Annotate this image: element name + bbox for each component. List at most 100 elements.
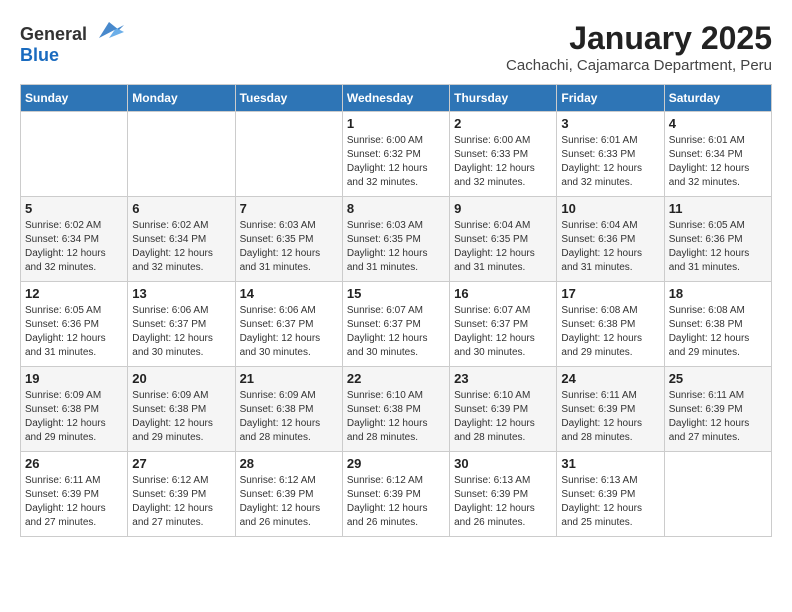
day-number: 14 bbox=[240, 286, 338, 301]
day-info: Sunrise: 6:13 AM Sunset: 6:39 PM Dayligh… bbox=[561, 474, 659, 530]
day-info: Sunrise: 6:03 AM Sunset: 6:35 PM Dayligh… bbox=[347, 219, 445, 275]
calendar-cell: 13 Sunrise: 6:06 AM Sunset: 6:37 PM Dayli… bbox=[128, 282, 235, 367]
day-number: 26 bbox=[25, 456, 123, 471]
calendar-cell: 6 Sunrise: 6:02 AM Sunset: 6:34 PM Daylig… bbox=[128, 197, 235, 282]
day-info: Sunrise: 6:08 AM Sunset: 6:38 PM Dayligh… bbox=[669, 304, 767, 360]
day-info: Sunrise: 6:07 AM Sunset: 6:37 PM Dayligh… bbox=[454, 304, 552, 360]
logo-blue-text: Blue bbox=[20, 45, 59, 65]
day-info: Sunrise: 6:04 AM Sunset: 6:36 PM Dayligh… bbox=[561, 219, 659, 275]
day-number: 13 bbox=[132, 286, 230, 301]
day-number: 30 bbox=[454, 456, 552, 471]
calendar-cell: 2 Sunrise: 6:00 AM Sunset: 6:33 PM Daylig… bbox=[450, 112, 557, 197]
day-number: 8 bbox=[347, 201, 445, 216]
day-info: Sunrise: 6:03 AM Sunset: 6:35 PM Dayligh… bbox=[240, 219, 338, 275]
day-info: Sunrise: 6:09 AM Sunset: 6:38 PM Dayligh… bbox=[132, 389, 230, 445]
week-row-4: 19 Sunrise: 6:09 AM Sunset: 6:38 PM Dayli… bbox=[21, 367, 772, 452]
page-header: General Blue January 2025 Cachachi, Caja… bbox=[20, 20, 772, 74]
logo-icon bbox=[94, 20, 124, 40]
column-header-wednesday: Wednesday bbox=[342, 85, 449, 112]
day-number: 21 bbox=[240, 371, 338, 386]
day-number: 17 bbox=[561, 286, 659, 301]
column-header-sunday: Sunday bbox=[21, 85, 128, 112]
day-info: Sunrise: 6:12 AM Sunset: 6:39 PM Dayligh… bbox=[132, 474, 230, 530]
day-number: 20 bbox=[132, 371, 230, 386]
calendar-cell: 31 Sunrise: 6:13 AM Sunset: 6:39 PM Dayli… bbox=[557, 452, 664, 537]
calendar-cell: 22 Sunrise: 6:10 AM Sunset: 6:38 PM Dayli… bbox=[342, 367, 449, 452]
day-info: Sunrise: 6:02 AM Sunset: 6:34 PM Dayligh… bbox=[25, 219, 123, 275]
calendar-cell: 30 Sunrise: 6:13 AM Sunset: 6:39 PM Dayli… bbox=[450, 452, 557, 537]
day-info: Sunrise: 6:02 AM Sunset: 6:34 PM Dayligh… bbox=[132, 219, 230, 275]
week-row-3: 12Sunrise: 6:05 AM Sunset: 6:36 PM Dayli… bbox=[21, 282, 772, 367]
calendar-cell: 10 Sunrise: 6:04 AM Sunset: 6:36 PM Dayli… bbox=[557, 197, 664, 282]
day-number: 28 bbox=[240, 456, 338, 471]
day-info: Sunrise: 6:09 AM Sunset: 6:38 PM Dayligh… bbox=[25, 389, 123, 445]
column-header-monday: Monday bbox=[128, 85, 235, 112]
day-info: Sunrise: 6:08 AM Sunset: 6:38 PM Dayligh… bbox=[561, 304, 659, 360]
calendar-cell: 20 Sunrise: 6:09 AM Sunset: 6:38 PM Dayli… bbox=[128, 367, 235, 452]
calendar-cell: 4Sunrise: 6:01 AM Sunset: 6:34 PM Daylig… bbox=[664, 112, 771, 197]
calendar-cell: 23Sunrise: 6:10 AM Sunset: 6:39 PM Dayli… bbox=[450, 367, 557, 452]
calendar-cell: 26 Sunrise: 6:11 AM Sunset: 6:39 PM Dayli… bbox=[21, 452, 128, 537]
day-info: Sunrise: 6:00 AM Sunset: 6:32 PM Dayligh… bbox=[347, 134, 445, 190]
day-number: 19 bbox=[25, 371, 123, 386]
week-row-1: 1 Sunrise: 6:00 AM Sunset: 6:32 PM Daylig… bbox=[21, 112, 772, 197]
column-header-saturday: Saturday bbox=[664, 85, 771, 112]
day-info: Sunrise: 6:10 AM Sunset: 6:38 PM Dayligh… bbox=[347, 389, 445, 445]
day-number: 11 bbox=[669, 201, 767, 216]
day-number: 16 bbox=[454, 286, 552, 301]
calendar-cell: 11Sunrise: 6:05 AM Sunset: 6:36 PM Dayli… bbox=[664, 197, 771, 282]
calendar-table: SundayMondayTuesdayWednesdayThursdayFrid… bbox=[20, 84, 772, 537]
logo: General Blue bbox=[20, 20, 124, 66]
calendar-cell: 21 Sunrise: 6:09 AM Sunset: 6:38 PM Dayli… bbox=[235, 367, 342, 452]
calendar-cell: 18 Sunrise: 6:08 AM Sunset: 6:38 PM Dayli… bbox=[664, 282, 771, 367]
calendar-cell bbox=[21, 112, 128, 197]
calendar-cell: 14Sunrise: 6:06 AM Sunset: 6:37 PM Dayli… bbox=[235, 282, 342, 367]
day-number: 24 bbox=[561, 371, 659, 386]
calendar-cell: 27 Sunrise: 6:12 AM Sunset: 6:39 PM Dayli… bbox=[128, 452, 235, 537]
week-row-5: 26 Sunrise: 6:11 AM Sunset: 6:39 PM Dayli… bbox=[21, 452, 772, 537]
day-info: Sunrise: 6:01 AM Sunset: 6:34 PM Dayligh… bbox=[669, 134, 767, 190]
calendar-cell bbox=[128, 112, 235, 197]
day-number: 7 bbox=[240, 201, 338, 216]
day-number: 25 bbox=[669, 371, 767, 386]
calendar-cell: 3 Sunrise: 6:01 AM Sunset: 6:33 PM Daylig… bbox=[557, 112, 664, 197]
day-number: 12 bbox=[25, 286, 123, 301]
day-number: 31 bbox=[561, 456, 659, 471]
calendar-cell: 17 Sunrise: 6:08 AM Sunset: 6:38 PM Dayli… bbox=[557, 282, 664, 367]
day-number: 22 bbox=[347, 371, 445, 386]
day-number: 1 bbox=[347, 116, 445, 131]
logo-general: General bbox=[20, 24, 87, 44]
calendar-header-row: SundayMondayTuesdayWednesdayThursdayFrid… bbox=[21, 85, 772, 112]
calendar-cell: 1 Sunrise: 6:00 AM Sunset: 6:32 PM Daylig… bbox=[342, 112, 449, 197]
week-row-2: 5Sunrise: 6:02 AM Sunset: 6:34 PM Daylig… bbox=[21, 197, 772, 282]
calendar-cell: 24Sunrise: 6:11 AM Sunset: 6:39 PM Dayli… bbox=[557, 367, 664, 452]
day-info: Sunrise: 6:11 AM Sunset: 6:39 PM Dayligh… bbox=[25, 474, 123, 530]
calendar-cell: 15Sunrise: 6:07 AM Sunset: 6:37 PM Dayli… bbox=[342, 282, 449, 367]
calendar-cell: 12Sunrise: 6:05 AM Sunset: 6:36 PM Dayli… bbox=[21, 282, 128, 367]
day-number: 18 bbox=[669, 286, 767, 301]
logo-text: General bbox=[20, 20, 124, 45]
calendar-cell bbox=[235, 112, 342, 197]
day-info: Sunrise: 6:00 AM Sunset: 6:33 PM Dayligh… bbox=[454, 134, 552, 190]
calendar-cell: 19 Sunrise: 6:09 AM Sunset: 6:38 PM Dayli… bbox=[21, 367, 128, 452]
day-info: Sunrise: 6:11 AM Sunset: 6:39 PM Dayligh… bbox=[669, 389, 767, 445]
day-info: Sunrise: 6:09 AM Sunset: 6:38 PM Dayligh… bbox=[240, 389, 338, 445]
title-section: January 2025 Cachachi, Cajamarca Departm… bbox=[506, 20, 772, 74]
day-number: 23 bbox=[454, 371, 552, 386]
calendar-cell: 5Sunrise: 6:02 AM Sunset: 6:34 PM Daylig… bbox=[21, 197, 128, 282]
calendar-cell: 25 Sunrise: 6:11 AM Sunset: 6:39 PM Dayli… bbox=[664, 367, 771, 452]
day-info: Sunrise: 6:13 AM Sunset: 6:39 PM Dayligh… bbox=[454, 474, 552, 530]
location: Cachachi, Cajamarca Department, Peru bbox=[506, 57, 772, 74]
day-number: 2 bbox=[454, 116, 552, 131]
day-number: 10 bbox=[561, 201, 659, 216]
day-info: Sunrise: 6:01 AM Sunset: 6:33 PM Dayligh… bbox=[561, 134, 659, 190]
day-number: 29 bbox=[347, 456, 445, 471]
day-number: 9 bbox=[454, 201, 552, 216]
day-number: 27 bbox=[132, 456, 230, 471]
day-number: 3 bbox=[561, 116, 659, 131]
column-header-friday: Friday bbox=[557, 85, 664, 112]
day-info: Sunrise: 6:06 AM Sunset: 6:37 PM Dayligh… bbox=[132, 304, 230, 360]
day-number: 6 bbox=[132, 201, 230, 216]
day-info: Sunrise: 6:12 AM Sunset: 6:39 PM Dayligh… bbox=[347, 474, 445, 530]
column-header-tuesday: Tuesday bbox=[235, 85, 342, 112]
